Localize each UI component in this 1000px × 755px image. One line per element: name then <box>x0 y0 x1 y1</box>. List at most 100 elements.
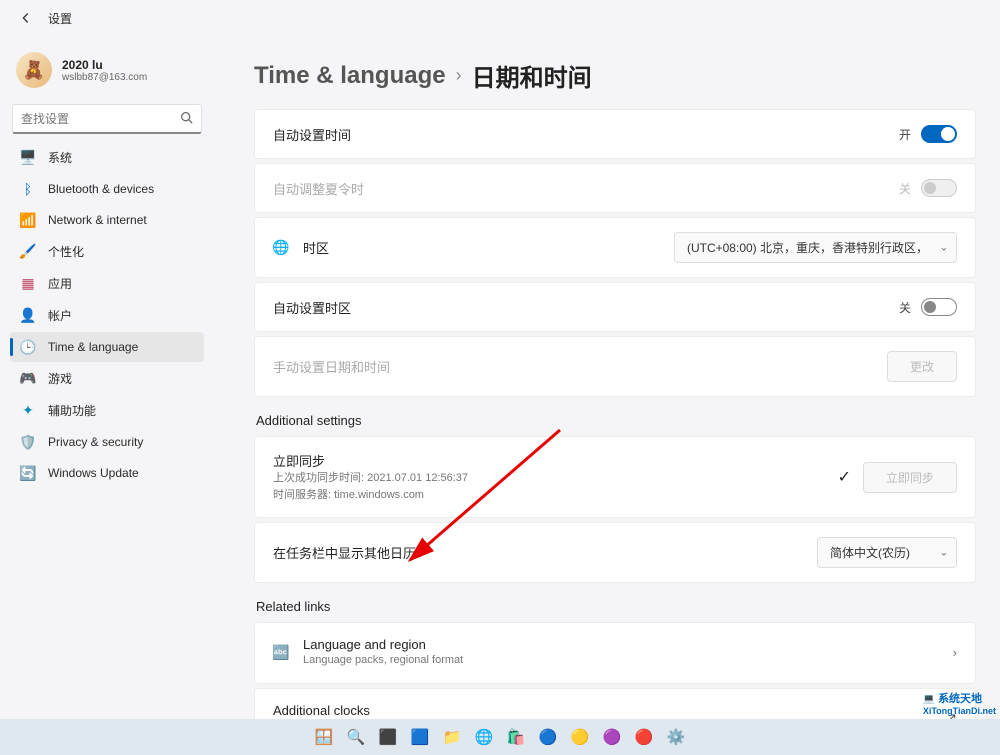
nav-icon: 👤 <box>20 308 36 324</box>
sidebar: 🧸 2020 lu wslbb87@163.com 🖥️ 系统 ᛒ Bluetooth… <box>0 36 210 755</box>
auto-time-state: 开 <box>899 126 911 143</box>
app-icon-1[interactable]: 🔵 <box>535 724 561 750</box>
store-icon[interactable]: 🛍️ <box>503 724 529 750</box>
language-icon: 🔤 <box>273 645 289 661</box>
other-calendar-card: 在任务栏中显示其他日历 简体中文(农历) ⌄ <box>254 522 976 583</box>
language-region-link[interactable]: 🔤 Language and region Language packs, re… <box>254 622 976 684</box>
sidebar-item-bluetooth-devices[interactable]: ᛒ Bluetooth & devices <box>10 174 204 204</box>
chevron-right-icon: › <box>456 65 462 86</box>
setting-auto-time: 自动设置时间 开 <box>254 109 976 159</box>
explorer-icon[interactable]: 📁 <box>439 724 465 750</box>
globe-icon: 🌐 <box>273 240 289 256</box>
check-icon: ✓ <box>838 467 851 487</box>
additional-settings-heading: Additional settings <box>256 413 976 428</box>
sidebar-item--[interactable]: ✦ 辅助功能 <box>10 395 204 426</box>
sync-title: 立即同步 <box>273 451 468 470</box>
sidebar-item-label: 帐户 <box>48 307 72 324</box>
other-cal-select[interactable]: 简体中文(农历) ⌄ <box>817 537 957 568</box>
edge-icon[interactable]: 🌐 <box>471 724 497 750</box>
nav-icon: 🎮 <box>20 371 36 387</box>
nav-icon: ▦ <box>20 276 36 292</box>
app-icon-3[interactable]: 🔴 <box>631 724 657 750</box>
sidebar-item--[interactable]: 🖌️ 个性化 <box>10 236 204 267</box>
avatar: 🧸 <box>16 52 52 88</box>
dst-label: 自动调整夏令时 <box>273 179 364 198</box>
user-email: wslbb87@163.com <box>62 72 147 83</box>
auto-tz-toggle[interactable] <box>921 298 957 316</box>
app-icon-2[interactable]: 🟣 <box>599 724 625 750</box>
related-links-heading: Related links <box>256 599 976 614</box>
lang-region-title: Language and region <box>303 637 463 652</box>
taskbar: 🪟 🔍 ⬛ 🟦 📁 🌐 🛍️ 🔵 🟡 🟣 🔴 ⚙️ <box>0 719 1000 755</box>
manual-label: 手动设置日期和时间 <box>273 357 390 376</box>
search-taskbar-icon[interactable]: 🔍 <box>343 724 369 750</box>
setting-dst: 自动调整夏令时 关 <box>254 163 976 213</box>
breadcrumb-parent[interactable]: Time & language <box>254 62 446 90</box>
sidebar-item-label: 游戏 <box>48 370 72 387</box>
nav-icon: 🔄 <box>20 465 36 481</box>
sidebar-item-label: Time & language <box>48 340 138 354</box>
dst-state: 关 <box>899 180 911 197</box>
sync-last: 上次成功同步时间: 2021.07.01 12:56:37 <box>273 470 468 487</box>
change-button: 更改 <box>887 351 957 382</box>
sidebar-item-time-language[interactable]: 🕒 Time & language <box>10 332 204 362</box>
chrome-icon[interactable]: 🟡 <box>567 724 593 750</box>
auto-time-label: 自动设置时间 <box>273 125 351 144</box>
chevron-right-icon: › <box>953 645 957 660</box>
app-title: 设置 <box>48 10 72 27</box>
add-clocks-title: Additional clocks <box>273 703 421 718</box>
sidebar-item-privacy-security[interactable]: 🛡️ Privacy & security <box>10 427 204 457</box>
setting-auto-timezone: 自动设置时区 关 <box>254 282 976 332</box>
nav-icon: 🕒 <box>20 339 36 355</box>
timezone-select[interactable]: (UTC+08:00) 北京，重庆，香港特别行政区， ⌄ <box>674 232 957 263</box>
sidebar-item-label: Bluetooth & devices <box>48 182 154 196</box>
auto-time-toggle[interactable] <box>921 125 957 143</box>
sidebar-item-label: 应用 <box>48 275 72 292</box>
sync-now-button[interactable]: 立即同步 <box>863 462 957 493</box>
dst-toggle <box>921 179 957 197</box>
sync-server: 时间服务器: time.windows.com <box>273 487 468 504</box>
back-button[interactable] <box>16 8 36 28</box>
setting-timezone: 🌐 时区 (UTC+08:00) 北京，重庆，香港特别行政区， ⌄ <box>254 217 976 278</box>
other-cal-label: 在任务栏中显示其他日历 <box>273 543 416 562</box>
auto-tz-state: 关 <box>899 299 911 316</box>
watermark: 💻 系统天地 XiTongTianDi.net <box>923 690 996 717</box>
sidebar-item--[interactable]: 🎮 游戏 <box>10 363 204 394</box>
sidebar-item--[interactable]: 👤 帐户 <box>10 300 204 331</box>
start-button[interactable]: 🪟 <box>311 724 337 750</box>
auto-tz-label: 自动设置时区 <box>273 298 351 317</box>
nav-icon: 🛡️ <box>20 434 36 450</box>
sidebar-item-label: Privacy & security <box>48 435 143 449</box>
chevron-down-icon: ⌄ <box>940 547 948 558</box>
sidebar-item-label: 个性化 <box>48 243 84 260</box>
sidebar-item-label: 系统 <box>48 149 72 166</box>
sidebar-item--[interactable]: ▦ 应用 <box>10 268 204 299</box>
sidebar-item--[interactable]: 🖥️ 系统 <box>10 142 204 173</box>
search-icon <box>180 111 193 127</box>
breadcrumb: Time & language › 日期和时间 <box>254 52 976 93</box>
settings-taskbar-icon[interactable]: ⚙️ <box>663 724 689 750</box>
setting-manual-datetime: 手动设置日期和时间 更改 <box>254 336 976 397</box>
chevron-down-icon: ⌄ <box>940 242 948 253</box>
nav-icon: 🖌️ <box>20 244 36 260</box>
lang-region-sub: Language packs, regional format <box>303 652 463 669</box>
user-name: 2020 lu <box>62 58 147 72</box>
sidebar-item-windows-update[interactable]: 🔄 Windows Update <box>10 458 204 488</box>
task-view-icon[interactable]: ⬛ <box>375 724 401 750</box>
search-box[interactable] <box>12 104 202 134</box>
sidebar-item-label: Windows Update <box>48 466 139 480</box>
main-content: Time & language › 日期和时间 自动设置时间 开 自动调整夏令时… <box>210 36 1000 755</box>
sidebar-item-label: 辅助功能 <box>48 402 96 419</box>
widgets-icon[interactable]: 🟦 <box>407 724 433 750</box>
nav-icon: ✦ <box>20 403 36 419</box>
user-block[interactable]: 🧸 2020 lu wslbb87@163.com <box>8 44 206 96</box>
nav-icon: 🖥️ <box>20 150 36 166</box>
sidebar-item-label: Network & internet <box>48 213 147 227</box>
nav-icon: 📶 <box>20 212 36 228</box>
sidebar-item-network-internet[interactable]: 📶 Network & internet <box>10 205 204 235</box>
nav-icon: ᛒ <box>20 181 36 197</box>
timezone-label: 时区 <box>303 238 329 257</box>
search-input[interactable] <box>21 112 173 126</box>
page-title: 日期和时间 <box>472 58 592 93</box>
sync-now-card: 立即同步 上次成功同步时间: 2021.07.01 12:56:37 时间服务器… <box>254 436 976 518</box>
